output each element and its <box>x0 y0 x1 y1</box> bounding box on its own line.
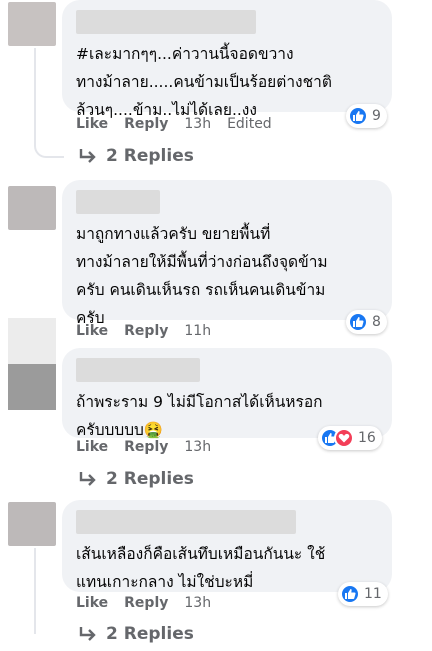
reaction-count: 16 <box>358 430 376 446</box>
comment-actions: Like Reply 11h <box>76 323 227 339</box>
timestamp[interactable]: 13h <box>184 116 211 132</box>
author-name-redacted[interactable] <box>76 10 256 34</box>
avatar[interactable] <box>8 186 56 230</box>
comment-text-body: ถ้าพระราม 9 ไม่มีโอกาสได้เห็นหรอก ครับบบ… <box>76 393 323 439</box>
nauseated-face-emoji: 🤮 <box>143 421 164 439</box>
comment-text: #เละมากๆๆ...ค่าวานนี้จอดขวาง ทางม้าลาย..… <box>76 45 332 119</box>
replies-label: 2 Replies <box>106 146 194 166</box>
like-button[interactable]: Like <box>76 439 108 455</box>
reply-button[interactable]: Reply <box>124 439 168 455</box>
view-replies-button[interactable]: 2 Replies <box>78 624 194 644</box>
comment-text: เส้นเหลืองก็คือเส้นทึบเหมือนกันนะ ใช้ แท… <box>76 545 326 591</box>
comment-bubble: #เละมากๆๆ...ค่าวานนี้จอดขวาง ทางม้าลาย..… <box>62 0 392 119</box>
thumbs-up-icon <box>340 584 360 604</box>
view-replies-button[interactable]: 2 Replies <box>78 146 194 166</box>
view-replies-button[interactable]: 2 Replies <box>78 469 194 489</box>
reaction-count: 9 <box>372 108 381 124</box>
timestamp[interactable]: 13h <box>184 595 211 611</box>
reaction-summary[interactable]: 9 <box>346 104 387 128</box>
thumbs-up-icon <box>348 312 368 332</box>
thumbs-up-icon <box>348 106 368 126</box>
replies-label: 2 Replies <box>106 624 194 644</box>
author-name-redacted[interactable] <box>76 358 200 382</box>
like-button[interactable]: Like <box>76 595 108 611</box>
reply-arrow-icon <box>79 472 96 486</box>
thread-curve <box>34 138 64 158</box>
reaction-summary[interactable]: 16 <box>318 426 382 450</box>
avatar[interactable] <box>8 502 56 546</box>
reply-arrow-icon <box>79 627 96 641</box>
thread-line <box>34 48 36 138</box>
comment-thread: #เละมากๆๆ...ค่าวานนี้จอดขวาง ทางม้าลาย..… <box>0 0 432 651</box>
author-name-redacted[interactable] <box>76 510 296 534</box>
comment-bubble: ถ้าพระราม 9 ไม่มีโอกาสได้เห็นหรอก ครับบบ… <box>62 348 392 439</box>
avatar[interactable] <box>8 2 56 46</box>
comment-bubble: เส้นเหลืองก็คือเส้นทึบเหมือนกันนะ ใช้ แท… <box>62 500 392 592</box>
comment-text: มาถูกทางแล้วครับ ขยายพื้นที่ ทางม้าลายให… <box>76 225 328 327</box>
comment-actions: Like Reply 13h <box>76 439 227 455</box>
reply-arrow-icon <box>79 149 96 163</box>
reaction-count: 8 <box>372 314 381 330</box>
comment-actions: Like Reply 13h Edited <box>76 116 288 132</box>
reply-button[interactable]: Reply <box>124 323 168 339</box>
heart-icon <box>334 428 354 448</box>
reaction-summary[interactable]: 11 <box>338 582 388 606</box>
reply-button[interactable]: Reply <box>124 595 168 611</box>
comment-actions: Like Reply 13h <box>76 595 227 611</box>
replies-label: 2 Replies <box>106 469 194 489</box>
comment-bubble: มาถูกทางแล้วครับ ขยายพื้นที่ ทางม้าลายให… <box>62 180 392 327</box>
timestamp[interactable]: 11h <box>184 323 211 339</box>
reply-button[interactable]: Reply <box>124 116 168 132</box>
edited-label[interactable]: Edited <box>227 116 272 132</box>
like-button[interactable]: Like <box>76 116 108 132</box>
reaction-summary[interactable]: 8 <box>346 310 387 334</box>
avatar[interactable] <box>8 318 56 410</box>
like-button[interactable]: Like <box>76 323 108 339</box>
author-name-redacted[interactable] <box>76 190 160 214</box>
timestamp[interactable]: 13h <box>184 439 211 455</box>
thread-line <box>34 548 36 634</box>
reaction-count: 11 <box>364 586 382 602</box>
